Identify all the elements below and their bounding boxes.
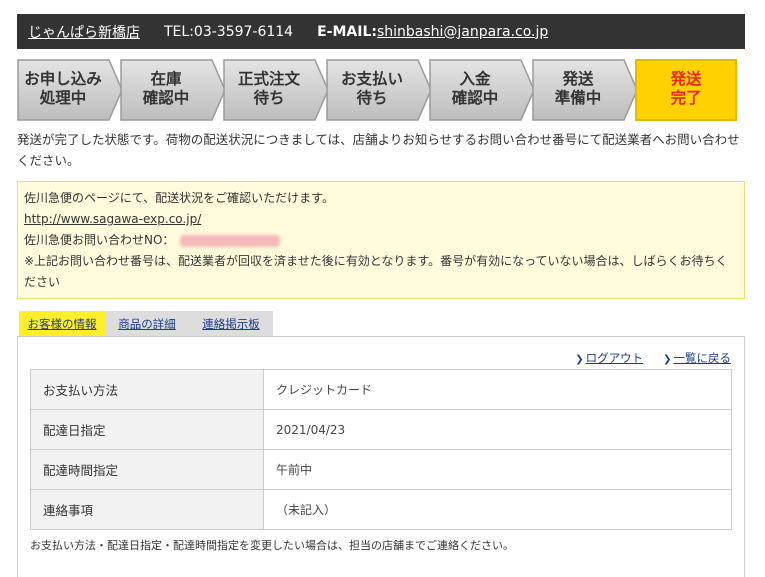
step: 発送 準備中 <box>532 59 638 121</box>
step-label: お申し込み 処理中 <box>24 70 102 107</box>
order-status-page: じゃんぱら新橋店 TEL:03-3597-6114 E-MAIL: shinba… <box>17 14 745 577</box>
step: お支払い 待ち <box>326 59 432 121</box>
change-instructions: お支払い方法・配達日指定・配達時間指定を変更したい場合は、担当の店舗までご連絡く… <box>30 539 514 552</box>
customer-info-table: お支払い方法 クレジットカード 配達日指定 2021/04/23 配達時間指定 … <box>30 369 732 530</box>
step-current: 発送 完了 <box>635 59 737 121</box>
order-progress-steps: お申し込み 処理中 在庫 確認中 正式注文 待ち お支払い 待ち 入金 確認中 発送 準備… <box>17 59 745 121</box>
step-label: お支払い 待ち <box>340 70 403 107</box>
panel-links: ❯ ログアウト ❯ 一覧に戻る <box>575 350 731 366</box>
row-label: お支払い方法 <box>30 369 264 410</box>
step-label: 入金 確認中 <box>451 70 499 107</box>
customer-info-panel: ❯ ログアウト ❯ 一覧に戻る お支払い方法 クレジットカード 配達日指定 2021… <box>17 336 745 577</box>
shipping-notice: 佐川急便のページにて、配送状況をご確認いただけます。 http://www.sa… <box>17 181 745 299</box>
table-row: 連絡事項 （未記入） <box>30 489 732 530</box>
chevron-right-icon: ❯ <box>575 354 584 365</box>
back-to-list-link[interactable]: 一覧に戻る <box>674 351 732 365</box>
row-label: 配達日指定 <box>30 409 264 450</box>
status-description: 発送が完了した状態です。荷物の配送状況につきましては、店舗よりお知らせするお問い… <box>17 132 740 168</box>
shop-header: じゃんぱら新橋店 TEL:03-3597-6114 E-MAIL: shinba… <box>17 14 745 49</box>
step-label: 発送 完了 <box>670 70 702 107</box>
row-value: 2021/04/23 <box>263 409 732 450</box>
tab-message-board[interactable]: 連絡掲示板 <box>189 311 273 336</box>
step-label: 発送 準備中 <box>554 70 602 107</box>
row-label: 連絡事項 <box>30 489 264 530</box>
table-row: お支払い方法 クレジットカード <box>30 369 732 410</box>
step-label: 在庫 確認中 <box>142 70 190 107</box>
row-value: クレジットカード <box>263 369 732 410</box>
tab-product-details[interactable]: 商品の詳細 <box>105 311 189 336</box>
shop-tel: TEL:03-3597-6114 <box>164 23 294 40</box>
tracking-label: 佐川急便お問い合わせNO： <box>24 233 175 247</box>
step: 在庫 確認中 <box>120 59 226 121</box>
detail-tabs: お客様の情報 商品の詳細 連絡掲示板 <box>17 311 745 336</box>
row-value: （未記入） <box>263 489 732 530</box>
step: 正式注文 待ち <box>223 59 329 121</box>
chevron-right-icon: ❯ <box>663 354 672 365</box>
step: お申し込み 処理中 <box>17 59 123 121</box>
shop-name-link[interactable]: じゃんぱら新橋店 <box>28 22 140 42</box>
table-row: 配達時間指定 午前中 <box>30 449 732 490</box>
row-label: 配達時間指定 <box>30 449 264 490</box>
notice-note: ※上記お問い合わせ番号は、配送業者が回収を済ませた後に有効となります。番号が有効… <box>24 254 728 289</box>
row-value: 午前中 <box>263 449 732 490</box>
notice-line: 佐川急便のページにて、配送状況をご確認いただけます。 <box>24 191 334 205</box>
redacted-tracking-number <box>180 234 281 247</box>
email-link[interactable]: shinbashi@janpara.co.jp <box>377 24 548 40</box>
logout-link[interactable]: ログアウト <box>586 351 644 365</box>
email-label: E-MAIL: <box>317 23 377 40</box>
step: 入金 確認中 <box>429 59 535 121</box>
sagawa-link[interactable]: http://www.sagawa-exp.co.jp/ <box>24 212 201 226</box>
tab-customer-info[interactable]: お客様の情報 <box>19 311 105 336</box>
table-row: 配達日指定 2021/04/23 <box>30 409 732 450</box>
step-label: 正式注文 待ち <box>237 70 300 107</box>
